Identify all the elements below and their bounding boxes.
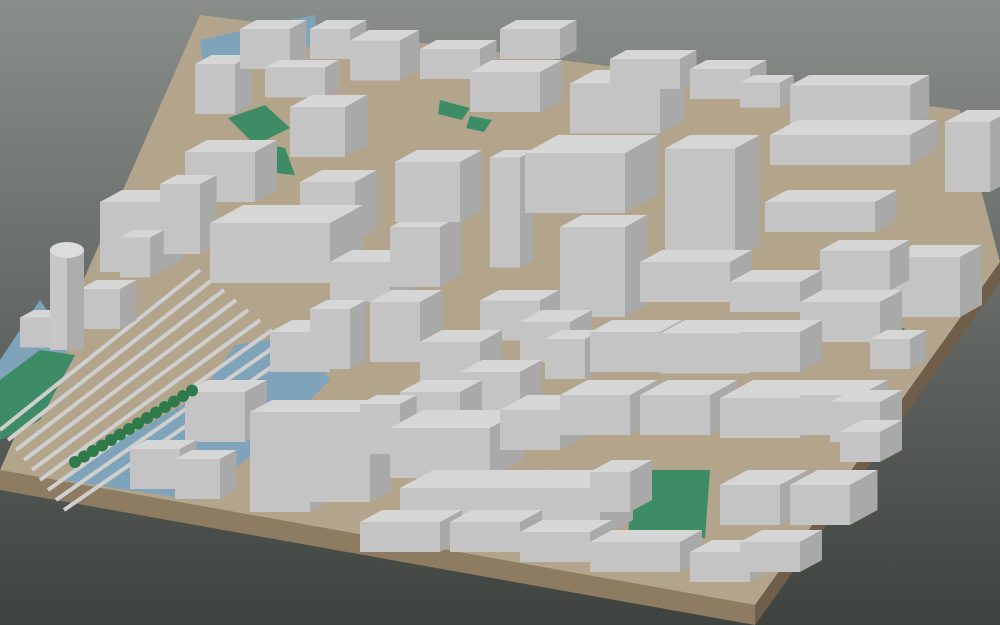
building [820, 240, 910, 291]
building [590, 460, 652, 512]
building [265, 60, 339, 98]
city-model-scene[interactable] [0, 0, 1000, 625]
building [870, 330, 927, 369]
building [525, 135, 658, 213]
building [360, 510, 462, 552]
building [740, 530, 822, 572]
building [80, 280, 137, 329]
building [765, 190, 897, 232]
building [310, 300, 367, 369]
building [160, 175, 217, 254]
building [740, 320, 822, 372]
building [790, 470, 878, 525]
building [560, 215, 647, 317]
building [290, 95, 367, 157]
building [740, 75, 794, 108]
building [500, 20, 577, 59]
building [590, 530, 702, 572]
building [175, 450, 237, 499]
building [945, 110, 1000, 192]
building [665, 135, 760, 259]
building [395, 150, 482, 222]
tree [186, 384, 198, 397]
building [470, 60, 562, 112]
building [350, 30, 420, 81]
building [790, 75, 930, 126]
cylindrical-tower [50, 242, 84, 350]
model-viewport[interactable] [0, 0, 1000, 625]
building [770, 120, 938, 165]
building [120, 230, 164, 278]
building [390, 215, 462, 287]
building [610, 50, 697, 89]
